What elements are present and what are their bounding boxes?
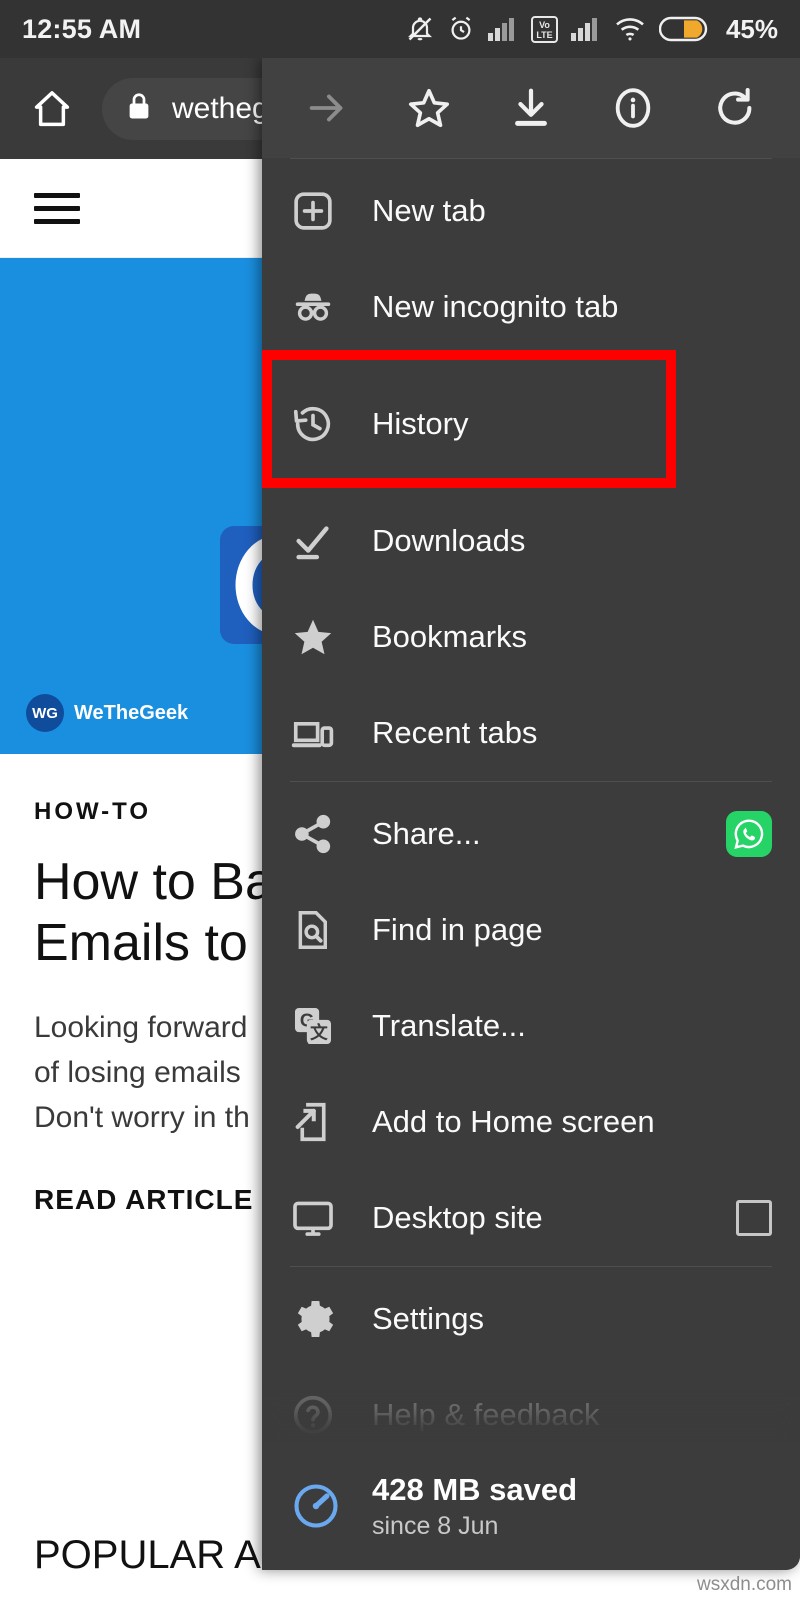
battery-icon (658, 15, 709, 43)
desktop-site-icon (290, 1195, 356, 1241)
svg-text:Vo: Vo (539, 20, 550, 30)
menu-label: Downloads (372, 523, 526, 558)
forward-arrow-icon[interactable] (297, 78, 357, 138)
popular-articles-heading: POPULAR AR (34, 1533, 290, 1577)
download-icon[interactable] (501, 78, 561, 138)
bookmarks-star-icon (290, 614, 356, 660)
new-tab-icon (290, 188, 356, 234)
reload-icon[interactable] (705, 78, 765, 138)
status-time: 12:55 AM (22, 13, 142, 44)
chrome-overflow-menu: New tab New incognito tab History Downlo… (262, 58, 800, 1570)
whatsapp-icon (726, 811, 772, 857)
menu-item-find-in-page[interactable]: Find in page (262, 882, 800, 978)
battery-percent: 45% (725, 13, 778, 44)
info-circle-icon[interactable] (603, 78, 663, 138)
menu-label: New tab (372, 193, 486, 228)
history-icon (290, 401, 356, 447)
menu-item-add-to-home-screen[interactable]: Add to Home screen (262, 1074, 800, 1170)
menu-item-new-tab[interactable]: New tab (262, 163, 800, 259)
menu-item-settings[interactable]: Settings (262, 1271, 800, 1367)
data-saver-footer[interactable]: 428 MB saved since 8 Jun (262, 1442, 800, 1570)
status-bar: 12:55 AM Vo LTE 45% (0, 0, 800, 58)
find-in-page-icon (290, 907, 356, 953)
settings-gear-icon (290, 1296, 356, 1342)
svg-text:LTE: LTE (536, 30, 552, 40)
checkbox-unchecked-icon (736, 1200, 772, 1236)
menu-label: Find in page (372, 912, 543, 947)
menu-label: Recent tabs (372, 715, 538, 750)
wifi-icon (614, 16, 646, 42)
menu-item-recent-tabs[interactable]: Recent tabs (262, 685, 800, 781)
menu-group-1: New tab New incognito tab History Downlo… (262, 159, 800, 781)
desktop-site-checkbox[interactable] (736, 1200, 772, 1236)
source-watermark: wsxdn.com (696, 1574, 792, 1595)
menu-label: Settings (372, 1301, 485, 1336)
lock-icon (126, 91, 152, 126)
status-icon-tray: Vo LTE 45% (406, 14, 778, 45)
menu-label: Share... (372, 816, 481, 851)
recent-tabs-icon (290, 710, 356, 756)
notifications-off-icon (406, 14, 434, 44)
hero-watermark: WG WeTheGeek (26, 694, 188, 732)
data-saver-amount: 428 MB saved (372, 1471, 578, 1507)
menu-item-history[interactable]: History (262, 355, 800, 493)
menu-item-share[interactable]: Share... (262, 786, 800, 882)
incognito-icon (290, 284, 356, 330)
signal-1-icon (487, 16, 518, 42)
menu-item-bookmarks[interactable]: Bookmarks (262, 589, 800, 685)
whatsapp-share-shortcut[interactable] (726, 811, 772, 857)
menu-item-new-incognito-tab[interactable]: New incognito tab (262, 259, 800, 355)
phone-screenshot: 12:55 AM Vo LTE 45% wetheg WG WeTheGeek … (0, 0, 800, 1600)
menu-label: New incognito tab (372, 289, 619, 324)
menu-group-2: Share... Find in page G 文 Translate... A… (262, 782, 800, 1266)
star-outline-icon[interactable] (399, 78, 459, 138)
signal-2-icon (570, 16, 601, 42)
menu-label: Help & feedback (372, 1397, 600, 1432)
menu-label: Bookmarks (372, 619, 528, 654)
menu-label: Desktop site (372, 1200, 543, 1235)
alarm-icon (447, 14, 475, 44)
menu-item-translate[interactable]: G 文 Translate... (262, 978, 800, 1074)
menu-group-3: Settings Help & feedback (262, 1267, 800, 1463)
data-saver-since: since 8 Jun (372, 1511, 499, 1540)
data-saver-speedometer-icon (290, 1480, 356, 1532)
read-article-label: READ ARTICLE (34, 1183, 254, 1215)
menu-item-desktop-site[interactable]: Desktop site (262, 1170, 800, 1266)
url-text: wetheg (172, 91, 269, 125)
menu-item-downloads[interactable]: Downloads (262, 493, 800, 589)
menu-label: Add to Home screen (372, 1104, 655, 1139)
volte-icon: Vo LTE (530, 15, 558, 43)
wethegeek-label: WeTheGeek (74, 701, 189, 724)
menu-label: History (372, 406, 469, 441)
wethegeek-badge: WG (26, 694, 64, 732)
svg-text:文: 文 (310, 1022, 328, 1043)
hamburger-icon[interactable] (34, 185, 80, 232)
translate-icon: G 文 (290, 1003, 356, 1049)
data-saver-text: 428 MB saved since 8 Jun (372, 1472, 577, 1541)
menu-icon-toolbar (262, 58, 800, 158)
help-feedback-icon (290, 1392, 356, 1438)
home-icon[interactable] (24, 81, 80, 137)
downloads-icon (290, 518, 356, 564)
share-icon (290, 811, 356, 857)
menu-label: Translate... (372, 1008, 526, 1043)
add-to-home-screen-icon (290, 1099, 356, 1145)
